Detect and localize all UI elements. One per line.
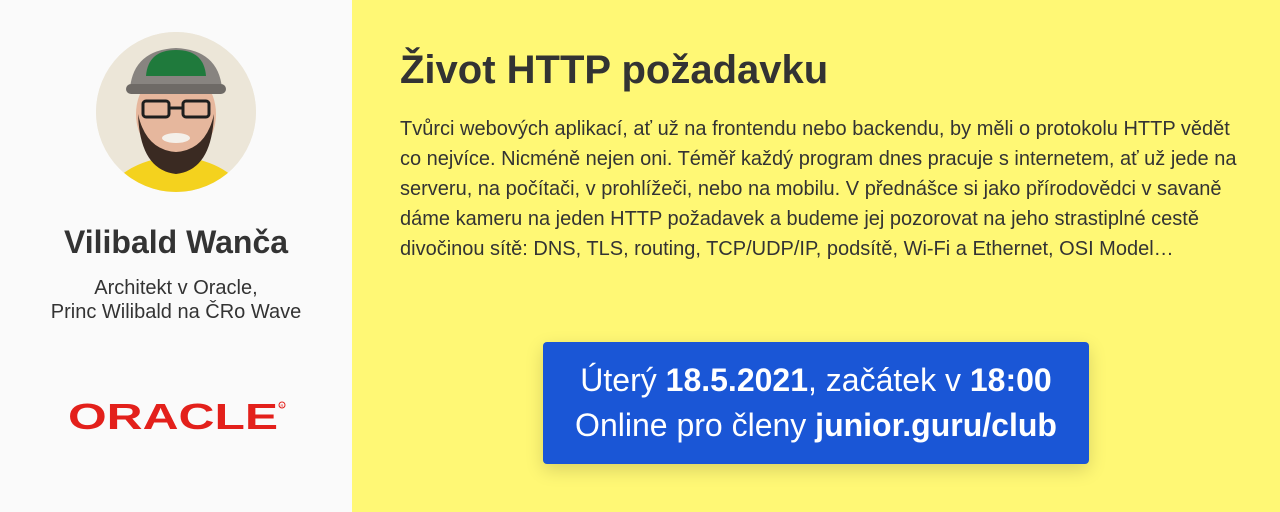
club-link[interactable]: junior.guru/club — [815, 407, 1057, 443]
talk-title: Život HTTP požadavku — [400, 48, 829, 92]
speaker-bio: Architekt v Oracle, Princ Wilibald na ČR… — [0, 276, 352, 324]
event-time: 18:00 — [969, 362, 1052, 398]
svg-text:R: R — [281, 403, 284, 408]
talk-panel: Život HTTP požadavku Tvůrci webových apl… — [352, 0, 1280, 512]
event-date: 18.5.2021 — [665, 362, 808, 398]
speaker-bio-line-2: Princ Wilibald na ČRo Wave — [50, 301, 302, 323]
event-online-line: Online pro členy junior.guru/club — [575, 403, 1057, 448]
oracle-logo-text: ORACLE — [68, 398, 278, 434]
speaker-photo — [96, 32, 256, 192]
speaker-sidebar: Vilibald Wanča Architekt v Oracle, Princ… — [0, 0, 352, 512]
event-start-text: , začátek v — [808, 362, 970, 398]
speaker-bio-line-1: Architekt v Oracle, — [94, 277, 258, 299]
event-online-text: Online pro členy — [575, 407, 816, 443]
talk-abstract: Tvůrci webových aplikací, ať už na front… — [400, 118, 1237, 260]
event-info-box: Úterý 18.5.2021, začátek v 18:00 Online … — [543, 342, 1089, 464]
event-day-prefix: Úterý — [580, 362, 666, 398]
event-date-line: Úterý 18.5.2021, začátek v 18:00 — [580, 358, 1051, 403]
speaker-name: Vilibald Wanča — [63, 224, 289, 260]
oracle-logo: ORACLE R — [64, 398, 288, 434]
speaker-avatar — [96, 32, 256, 192]
